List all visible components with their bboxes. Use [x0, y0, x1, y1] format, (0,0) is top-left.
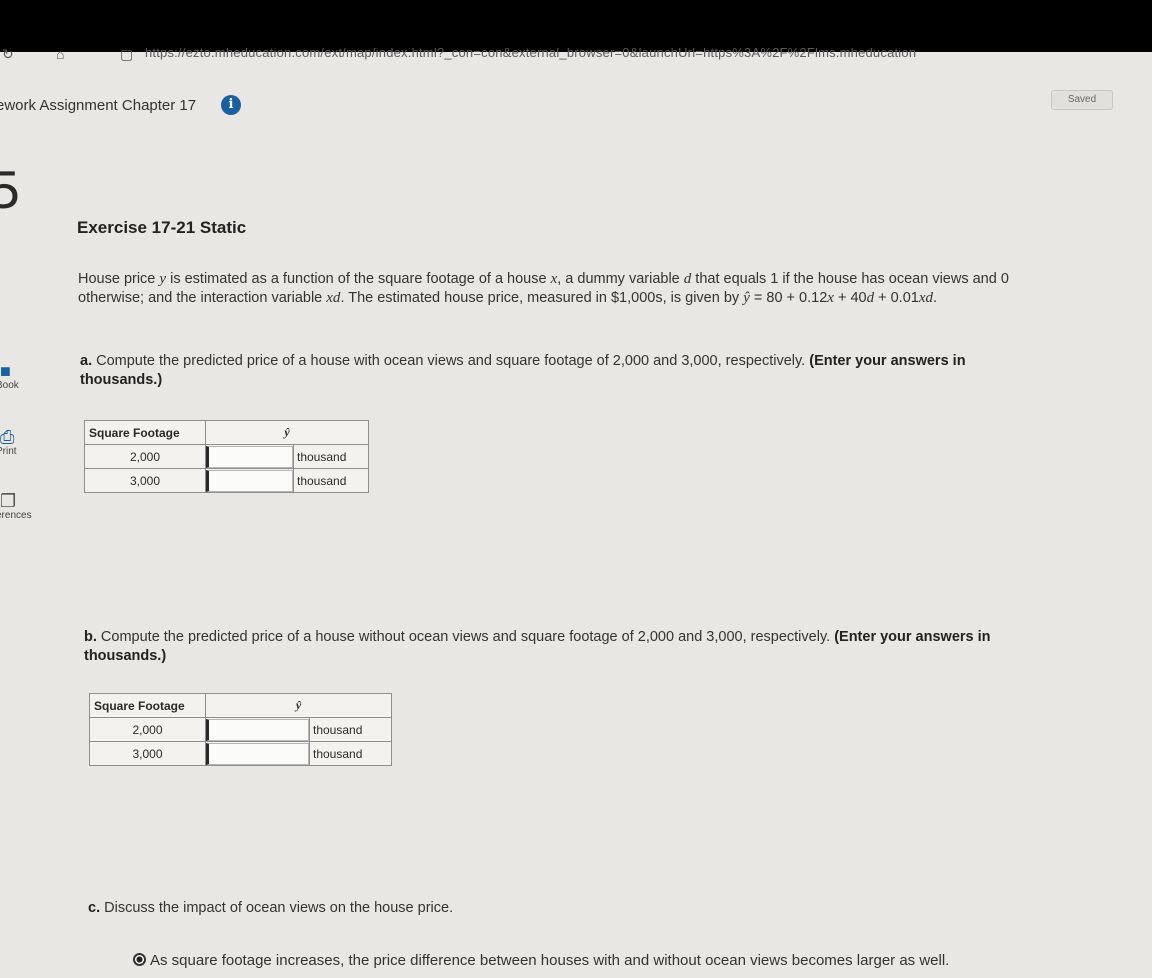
part-a-table: Square Footage ŷ 2,000 thousand 3,000 th…	[84, 420, 369, 493]
problem-statement: House price y is estimated as a function…	[78, 271, 1009, 306]
exercise-title: Exercise 17-21 Static	[77, 218, 247, 237]
reload-icon[interactable]: ↻	[2, 48, 14, 63]
part-b-answer-2000-input[interactable]	[206, 718, 309, 741]
sidebar-item-print[interactable]: ⎙ Print	[0, 428, 50, 457]
screen-bezel-top	[0, 0, 1152, 52]
part-a-prompt: a. Compute the predicted price of a hous…	[80, 353, 966, 388]
url-text[interactable]: https://ezto.mheducation.com/ext/map/ind…	[145, 48, 916, 60]
print-icon: ⎙	[0, 427, 15, 447]
info-icon[interactable]: i	[221, 95, 241, 115]
site-info-icon[interactable]: ▢	[120, 48, 133, 63]
home-icon[interactable]: ⌂	[56, 48, 64, 62]
assignment-title: ework Assignment Chapter 17	[0, 97, 197, 114]
table-header-yhat: ŷ	[205, 693, 392, 718]
part-c-option-1[interactable]: As square footage increases, the price d…	[133, 952, 949, 969]
table-row: 2,000 thousand	[89, 717, 392, 742]
part-c-prompt: c. Discuss the impact of ocean views on …	[88, 900, 454, 916]
references-icon: ❐	[0, 491, 17, 511]
part-a-answer-3000-input[interactable]	[206, 469, 293, 492]
table-row: 2,000 thousand	[84, 444, 369, 469]
assignment-header: ework Assignment Chapter 17 i Saved	[0, 88, 1152, 128]
saved-status-badge: Saved	[1051, 90, 1113, 110]
sidebar-item-book[interactable]: ■ Book	[0, 362, 50, 391]
part-b-table: Square Footage ŷ 2,000 thousand 3,000 th…	[89, 693, 392, 766]
table-header-square-footage: Square Footage	[89, 693, 206, 718]
radio-selected-icon[interactable]	[133, 953, 146, 966]
table-row: 3,000 thousand	[89, 741, 392, 766]
part-a-answer-2000-input[interactable]	[206, 445, 293, 468]
book-icon: ■	[0, 361, 11, 381]
part-b-prompt: b. Compute the predicted price of a hous…	[84, 629, 991, 664]
browser-address-bar[interactable]: ↻ ⌂ ▢ https://ezto.mheducation.com/ext/m…	[0, 48, 1152, 64]
question-number: 5	[0, 162, 22, 220]
option-label: As square footage increases, the price d…	[150, 952, 950, 969]
table-header-square-footage: Square Footage	[84, 420, 206, 445]
table-row: 3,000 thousand	[84, 468, 369, 493]
sidebar-item-references[interactable]: ❐ erences	[0, 492, 50, 521]
part-b-answer-3000-input[interactable]	[206, 742, 309, 765]
table-header-yhat: ŷ	[205, 420, 369, 445]
